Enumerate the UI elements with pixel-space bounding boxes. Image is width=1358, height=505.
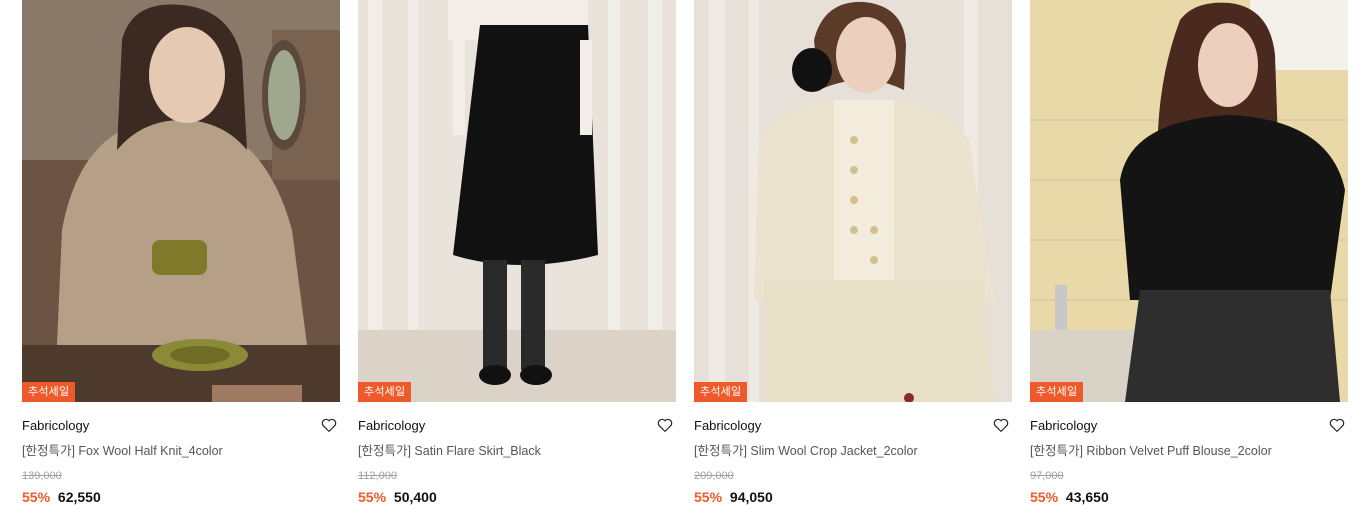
sale-badge: 추석세일 (694, 382, 748, 402)
heart-outline-icon[interactable] (992, 416, 1012, 434)
sale-price: 43,650 (1065, 489, 1109, 505)
sale-badge: 추석세일 (1030, 382, 1084, 402)
product-name[interactable]: [한정특가] Satin Flare Skirt_Black (358, 440, 676, 459)
brand-name[interactable]: Fabricology (358, 418, 425, 433)
brand-name[interactable]: Fabricology (22, 418, 89, 433)
discount-rate: 55% (358, 489, 387, 505)
product-image[interactable]: 추석세일 (22, 0, 340, 402)
product-image[interactable]: 추석세일 (694, 0, 1012, 402)
product-grid: 추석세일 Fabricology [한정특가] Fox Wool Half Kn… (22, 0, 1348, 505)
sale-badge: 추석세일 (22, 382, 76, 402)
original-price: 209,000 (694, 470, 734, 482)
product-card[interactable]: 추석세일 Fabricology [한정특가] Satin Flare Skir… (358, 0, 676, 505)
product-image[interactable]: 추석세일 (1030, 0, 1348, 402)
heart-outline-icon[interactable] (1328, 416, 1348, 434)
product-name[interactable]: [한정특가] Slim Wool Crop Jacket_2color (694, 440, 1012, 459)
discount-rate: 55% (1030, 489, 1059, 505)
discount-rate: 55% (694, 489, 723, 505)
sale-price: 94,050 (729, 489, 773, 505)
sale-price: 62,550 (57, 489, 101, 505)
original-price: 139,000 (22, 470, 62, 482)
sale-price: 50,400 (393, 489, 437, 505)
product-card[interactable]: 추석세일 Fabricology [한정특가] Slim Wool Crop J… (694, 0, 1012, 505)
product-card[interactable]: 추석세일 Fabricology [한정특가] Ribbon Velvet Pu… (1030, 0, 1348, 505)
product-name[interactable]: [한정특가] Fox Wool Half Knit_4color (22, 440, 340, 459)
discount-rate: 55% (22, 489, 51, 505)
sale-badge: 추석세일 (358, 382, 412, 402)
brand-name[interactable]: Fabricology (1030, 418, 1097, 433)
original-price: 97,000 (1030, 470, 1064, 482)
original-price: 112,000 (358, 470, 397, 482)
product-image[interactable]: 추석세일 (358, 0, 676, 402)
heart-outline-icon[interactable] (320, 416, 340, 434)
brand-name[interactable]: Fabricology (694, 418, 761, 433)
product-name[interactable]: [한정특가] Ribbon Velvet Puff Blouse_2color (1030, 440, 1348, 459)
product-card[interactable]: 추석세일 Fabricology [한정특가] Fox Wool Half Kn… (22, 0, 340, 505)
heart-outline-icon[interactable] (656, 416, 676, 434)
